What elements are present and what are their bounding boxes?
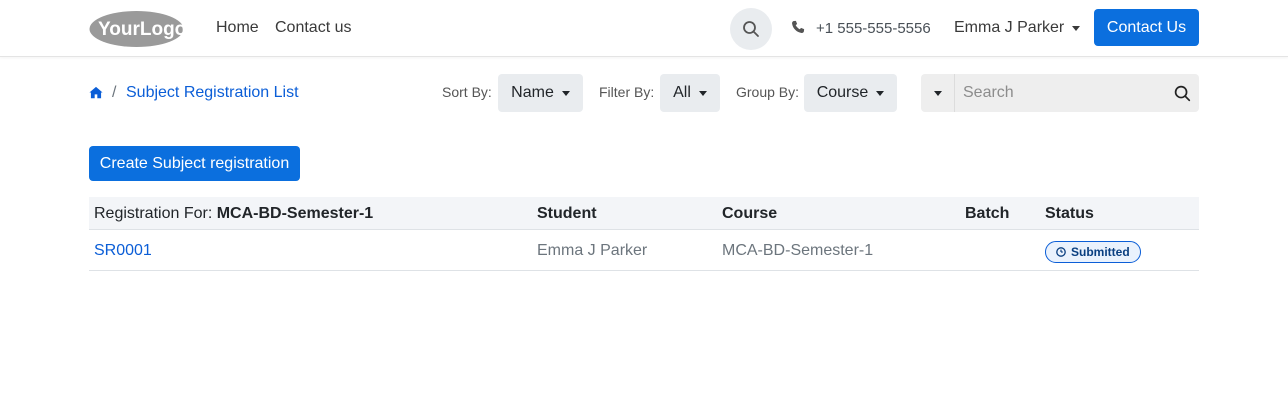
logo-icon[interactable]: YourLogo (89, 10, 186, 48)
search-group (921, 74, 1199, 112)
status-badge: Submitted (1045, 241, 1141, 263)
header-search-button[interactable] (730, 8, 772, 50)
filter-by-label: Filter By: (599, 84, 655, 100)
sort-by-value: Name (511, 84, 554, 101)
column-course: Course (722, 205, 778, 222)
caret-down-icon (876, 90, 885, 96)
course-cell: MCA-BD-Semester-1 (722, 242, 874, 259)
column-student: Student (537, 205, 597, 222)
search-options-dropdown[interactable] (921, 74, 955, 112)
nav-contact-us[interactable]: Contact us (275, 19, 351, 37)
nav-home[interactable]: Home (216, 19, 259, 37)
group-header: Registration For: MCA-BD-Semester-1 (94, 205, 373, 223)
filter-by-dropdown[interactable]: All (660, 74, 720, 112)
caret-down-icon (698, 90, 707, 96)
group-by-dropdown[interactable]: Course (804, 74, 897, 112)
status-text: Submitted (1071, 245, 1130, 259)
registration-id-link[interactable]: SR0001 (94, 242, 152, 260)
phone-icon (792, 20, 805, 33)
phone-number[interactable]: +1 555-555-5556 (816, 20, 931, 37)
caret-down-icon (933, 90, 942, 96)
search-input[interactable] (955, 74, 1165, 112)
sort-by-label: Sort By: (442, 84, 492, 100)
student-cell: Emma J Parker (537, 242, 648, 259)
table-row[interactable]: SR0001 Emma J Parker MCA-BD-Semester-1 S… (89, 230, 1199, 271)
search-icon (743, 21, 759, 37)
breadcrumb-current[interactable]: Subject Registration List (126, 84, 299, 102)
home-icon[interactable] (89, 86, 103, 99)
contact-us-button[interactable]: Contact Us (1094, 9, 1199, 46)
caret-down-icon (561, 90, 570, 96)
create-subject-registration-button[interactable]: Create Subject registration (89, 146, 300, 181)
filter-by-value: All (673, 84, 691, 101)
group-by-value: Course (816, 84, 869, 101)
logo-text: YourLogo (98, 19, 184, 40)
group-by-label: Group By: (736, 84, 800, 100)
column-batch: Batch (965, 205, 1010, 222)
user-name: Emma J Parker (954, 19, 1065, 36)
search-submit-button[interactable] (1165, 74, 1199, 112)
top-navbar: YourLogo Home Contact us +1 555-555-5556… (0, 0, 1288, 57)
clock-icon (1056, 247, 1066, 257)
column-status: Status (1045, 205, 1094, 222)
breadcrumb-separator: / (112, 84, 117, 101)
group-value: MCA-BD-Semester-1 (216, 205, 374, 222)
search-icon (1174, 85, 1190, 101)
caret-down-icon (1072, 25, 1081, 31)
sort-by-dropdown[interactable]: Name (498, 74, 583, 112)
registration-table: Registration For: MCA-BD-Semester-1 Stud… (89, 197, 1199, 271)
group-prefix: Registration For: (94, 205, 213, 222)
user-menu[interactable]: Emma J Parker (954, 19, 1081, 37)
table-group-header: Registration For: MCA-BD-Semester-1 Stud… (89, 197, 1199, 230)
